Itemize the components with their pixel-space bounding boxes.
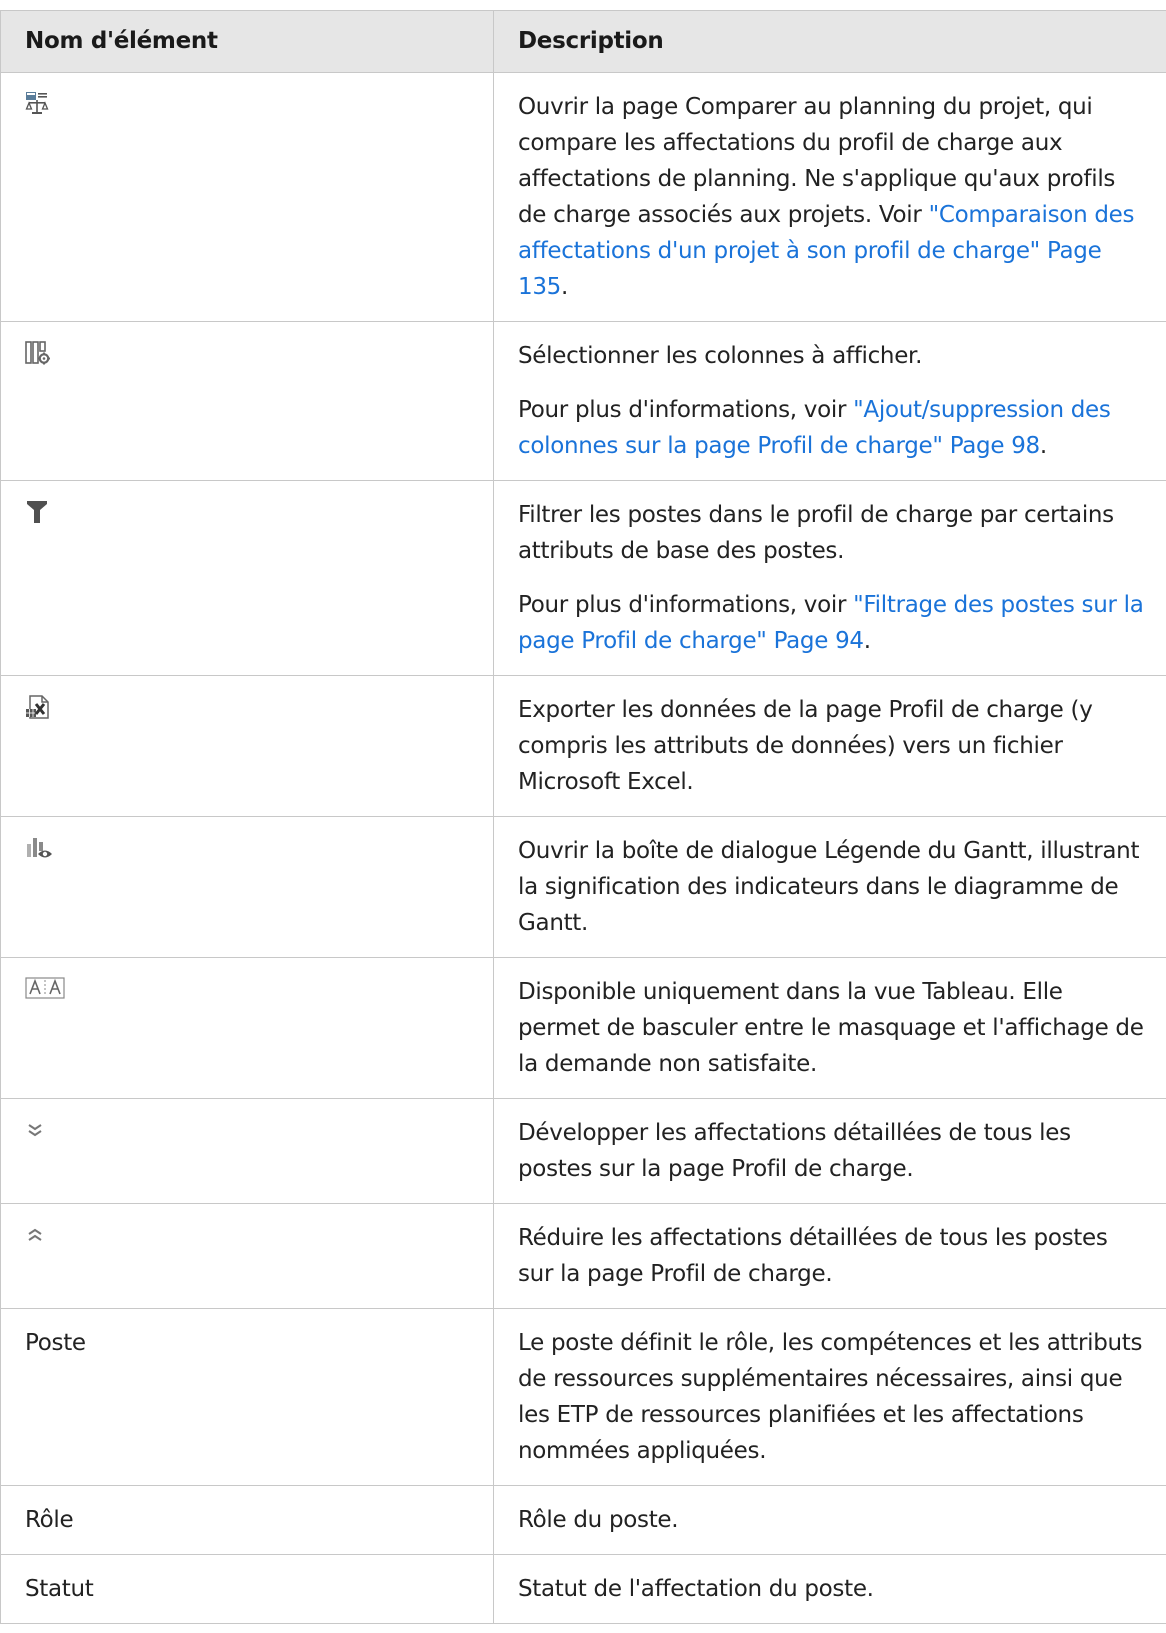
description-text: Pour plus d'informations, voir (518, 592, 854, 618)
description-text: Pour plus d'informations, voir (518, 397, 854, 423)
row-name-cell (0, 816, 494, 958)
row-description-cell: Ouvrir la page Comparer au planning du p… (493, 72, 1166, 322)
row-name-cell: Poste (0, 1308, 494, 1486)
column-settings-icon[interactable] (25, 340, 51, 366)
row-name-cell (0, 321, 494, 481)
table-row: Disponible uniquement dans la vue Tablea… (0, 957, 1166, 1099)
description-paragraph: Développer les affectations détaillées d… (518, 1120, 1071, 1182)
row-description-cell: Le poste définit le rôle, les compétence… (493, 1308, 1166, 1486)
table-row: Développer les affectations détaillées d… (0, 1098, 1166, 1204)
table-header-row: Nom d'élément Description (0, 10, 1166, 73)
row-name-cell (0, 480, 494, 676)
description-paragraph: Le poste définit le rôle, les compétence… (518, 1330, 1143, 1464)
description-paragraph: Pour plus d'informations, voir "Filtrage… (518, 587, 1144, 659)
row-description-cell: Statut de l'affectation du poste. (493, 1554, 1166, 1624)
description-paragraph: Statut de l'affectation du poste. (518, 1576, 874, 1602)
header-name: Nom d'élément (0, 10, 494, 73)
table-row: Filtrer les postes dans le profil de cha… (0, 480, 1166, 676)
description-punct: . (561, 274, 569, 300)
table-row: Poste Le poste définit le rôle, les comp… (0, 1308, 1166, 1486)
row-name-cell (0, 72, 494, 322)
row-description-cell: Sélectionner les colonnes à afficher. Po… (493, 321, 1166, 481)
collapse-all-icon[interactable] (25, 1225, 45, 1245)
row-description-cell: Rôle du poste. (493, 1485, 1166, 1555)
row-name-cell (0, 1098, 494, 1204)
description-punct: . (1039, 433, 1047, 459)
description-paragraph: Rôle du poste. (518, 1507, 679, 1533)
row-name-cell: Rôle (0, 1485, 494, 1555)
compare-schedule-icon[interactable] (25, 91, 49, 115)
description-punct: . (863, 628, 871, 654)
row-description-cell: Ouvrir la boîte de dialogue Légende du G… (493, 816, 1166, 958)
gantt-legend-icon[interactable] (25, 835, 53, 861)
row-description-cell: Exporter les données de la page Profil d… (493, 675, 1166, 817)
table-row: Rôle Rôle du poste. (0, 1485, 1166, 1555)
row-name-cell (0, 1203, 494, 1309)
toggle-unmet-demand-icon[interactable] (25, 977, 65, 999)
description-paragraph: Ouvrir la boîte de dialogue Légende du G… (518, 838, 1140, 936)
header-description: Description (493, 10, 1166, 73)
description-paragraph: Pour plus d'informations, voir "Ajout/su… (518, 392, 1144, 464)
row-name-cell (0, 675, 494, 817)
table-row: Sélectionner les colonnes à afficher. Po… (0, 321, 1166, 481)
description-paragraph: Sélectionner les colonnes à afficher. (518, 343, 923, 369)
excel-export-icon[interactable] (25, 694, 51, 720)
table-row: Ouvrir la page Comparer au planning du p… (0, 72, 1166, 322)
description-paragraph: Exporter les données de la page Profil d… (518, 697, 1093, 795)
row-description-cell: Réduire les affectations détaillées de t… (493, 1203, 1166, 1309)
description-paragraph: Disponible uniquement dans la vue Tablea… (518, 979, 1144, 1077)
filter-icon[interactable] (25, 499, 49, 525)
table-row: Réduire les affectations détaillées de t… (0, 1203, 1166, 1309)
description-paragraph: Filtrer les postes dans le profil de cha… (518, 502, 1114, 564)
table-row: Statut Statut de l'affectation du poste. (0, 1554, 1166, 1624)
row-description-cell: Développer les affectations détaillées d… (493, 1098, 1166, 1204)
row-name-cell (0, 957, 494, 1099)
row-description-cell: Disponible uniquement dans la vue Tablea… (493, 957, 1166, 1099)
ui-elements-table: Nom d'élément Description Ouvrir la page… (0, 10, 1166, 1624)
description-paragraph: Ouvrir la page Comparer au planning du p… (518, 89, 1144, 305)
row-name-cell: Statut (0, 1554, 494, 1624)
description-paragraph: Réduire les affectations détaillées de t… (518, 1225, 1108, 1287)
table-row: Exporter les données de la page Profil d… (0, 675, 1166, 817)
row-description-cell: Filtrer les postes dans le profil de cha… (493, 480, 1166, 676)
table-row: Ouvrir la boîte de dialogue Légende du G… (0, 816, 1166, 958)
expand-all-icon[interactable] (25, 1120, 45, 1140)
